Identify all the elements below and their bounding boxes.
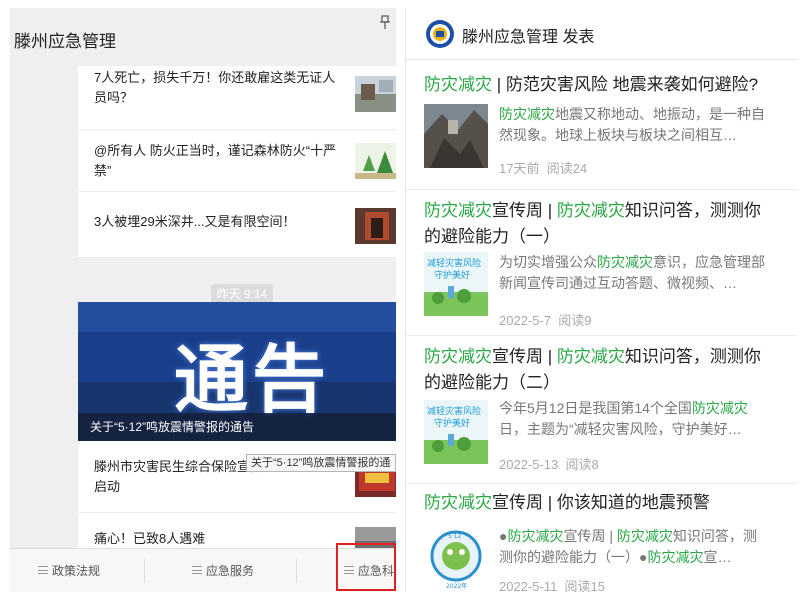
account-header: 滕州应急管理 bbox=[10, 8, 396, 66]
text-segment: 今年5月12日是我国第14个全国 bbox=[499, 400, 692, 416]
left-panel: 滕州应急管理 7人死亡，损失千万！你还敢雇这类无证人员吗？ @所有人 防火正当时… bbox=[10, 8, 396, 592]
article-summary: ●防灾减灾宣传周 | 防灾减灾知识问答，测测你的避险能力（一）●防灾减灾宣… bbox=[499, 526, 769, 568]
article-meta: 17天前 阅读24 bbox=[499, 158, 587, 177]
keyword-highlight: 防灾减灾 bbox=[616, 528, 673, 544]
menu-tab-services[interactable]: 应急服务 bbox=[192, 549, 254, 592]
message-card-1: 7人死亡，损失千万！你还敢雇这类无证人员吗？ @所有人 防火正当时，谨记森林防火… bbox=[78, 66, 396, 258]
article-date: 2022-5-13 bbox=[499, 457, 559, 472]
time-chip: 昨天 9:14 bbox=[211, 284, 273, 304]
list-item-line-1: 滕州市灾害民生综合保险宣传 bbox=[94, 459, 264, 474]
article-title: 防灾减灾 | 防范灾害风险 地震来袭如何避险? bbox=[424, 72, 774, 98]
keyword-highlight: 防灾减灾 bbox=[499, 106, 555, 122]
thumb-text-line2: 守护美好 bbox=[434, 417, 470, 429]
article-date: 2022-5-7 bbox=[499, 313, 552, 328]
text-segment: 日，主题为“减轻灾害风险，守护美好… bbox=[499, 421, 742, 437]
article-thumbnail bbox=[355, 208, 396, 244]
article-date: 2022-5-11 bbox=[499, 579, 558, 592]
list-item-line-2: 启动 bbox=[94, 479, 121, 494]
keyword-highlight: 防灾减灾 bbox=[597, 254, 653, 270]
keyword-highlight: 防灾减灾 bbox=[424, 201, 492, 220]
badge-top-text: 5·12 bbox=[448, 533, 462, 540]
banner-title: 通告 bbox=[174, 337, 330, 423]
text-segment: 宣传周 | bbox=[492, 201, 557, 220]
thumb-text-line1: 减轻灾害风险 bbox=[427, 257, 481, 269]
list-item[interactable]: @所有人 防火正当时，谨记森林防火“十严禁” bbox=[78, 130, 396, 192]
keyword-highlight: 防灾减灾 bbox=[647, 549, 704, 565]
keyword-highlight: 防灾减灾 bbox=[507, 528, 564, 544]
author-header: 滕州应急管理 发表 bbox=[406, 8, 797, 60]
text-segment: | 防范灾害风险 地震来袭如何避险? bbox=[492, 75, 759, 94]
menu-tab-label: 应急服务 bbox=[206, 564, 255, 578]
article-reads: 阅读15 bbox=[564, 579, 606, 592]
author-name: 滕州应急管理 发表 bbox=[462, 29, 595, 46]
menu-tab-label: 政策法规 bbox=[52, 564, 101, 578]
article-thumbnail bbox=[424, 104, 488, 168]
menu-tab-policy[interactable]: 政策法规 bbox=[38, 549, 100, 592]
article-meta: 2022-5-13 阅读8 bbox=[499, 454, 599, 473]
emblem-icon[interactable] bbox=[425, 19, 455, 49]
keyword-highlight: 防灾减灾 bbox=[556, 347, 625, 366]
article-thumbnail: 减轻灾害风险 守护美好 bbox=[424, 252, 488, 316]
tooltip: 关于“5·12”鸣放震情警报的通 bbox=[246, 454, 396, 472]
text-segment: 宣传周 | bbox=[563, 528, 617, 544]
article-meta: 2022-5-7 阅读9 bbox=[499, 310, 592, 329]
list-item[interactable]: 7人死亡，损失千万！你还敢雇这类无证人员吗？ bbox=[78, 66, 396, 130]
article-item[interactable]: 防灾减灾宣传周 | 你该知道的地震预警 5·12 2022年 ●防灾减灾宣传周 … bbox=[406, 484, 797, 592]
list-item[interactable]: 3人被埋29米深井...又是有限空间！ bbox=[78, 192, 396, 258]
article-item[interactable]: 防灾减灾宣传周 | 防灾减灾知识问答，测测你的避险能力（二） 减轻灾害风险 守护… bbox=[406, 336, 797, 484]
right-panel: 滕州应急管理 发表 防灾减灾 | 防范灾害风险 地震来袭如何避险? 防灾减灾地震… bbox=[405, 8, 797, 592]
highlight-box bbox=[336, 543, 396, 591]
keyword-highlight: 防灾减灾 bbox=[556, 201, 625, 220]
article-summary: 防灾减灾地震又称地动、地振动，是一种自然现象。地球上板块与板块之间相互… bbox=[499, 104, 769, 146]
thumb-text-line2: 守护美好 bbox=[434, 269, 470, 281]
banner-image[interactable]: 通告 关于“5·12”鸣放震情警报的通告 bbox=[78, 302, 396, 441]
article-thumbnail: 减轻灾害风险 守护美好 bbox=[424, 400, 488, 464]
article-thumbnail bbox=[355, 143, 396, 179]
tab-divider bbox=[296, 559, 297, 583]
keyword-highlight: 防灾减灾 bbox=[424, 75, 492, 94]
article-thumbnail: 5·12 2022年 bbox=[424, 526, 488, 590]
tab-divider bbox=[144, 559, 145, 583]
article-reads: 阅读24 bbox=[546, 161, 588, 176]
badge-bottom-text: 2022年 bbox=[446, 582, 467, 590]
article-meta: 2022-5-11 阅读15 bbox=[499, 576, 605, 592]
article-summary: 为切实增强公众防灾减灾意识，应急管理部新闻宣传司通过互动答题、微视频、… bbox=[499, 252, 769, 294]
keyword-highlight: 防灾减灾 bbox=[424, 347, 492, 366]
menu-icon bbox=[192, 566, 202, 574]
keyword-highlight: 防灾减灾 bbox=[424, 493, 492, 512]
article-reads: 阅读9 bbox=[558, 313, 592, 328]
list-item-title: @所有人 防火正当时，谨记森林防火“十严禁” bbox=[94, 143, 337, 178]
thumb-text-line1: 减轻灾害风险 bbox=[427, 405, 481, 417]
list-item-title: 3人被埋29米深井...又是有限空间！ bbox=[94, 214, 296, 229]
article-reads: 阅读8 bbox=[565, 457, 599, 472]
list-item[interactable]: 滕州市灾害民生综合保险宣传 启动 bbox=[78, 441, 396, 513]
article-title: 防灾减灾宣传周 | 你该知道的地震预警 bbox=[424, 490, 774, 516]
article-item[interactable]: 防灾减灾宣传周 | 防灾减灾知识问答，测测你的避险能力（一） 减轻灾害风险 守护… bbox=[406, 190, 797, 336]
article-summary: 今年5月12日是我国第14个全国防灾减灾日，主题为“减轻灾害风险，守护美好… bbox=[499, 398, 769, 440]
article-title: 防灾减灾宣传周 | 防灾减灾知识问答，测测你的避险能力（二） bbox=[424, 344, 774, 396]
text-segment: 宣… bbox=[703, 549, 732, 565]
article-title: 防灾减灾宣传周 | 防灾减灾知识问答，测测你的避险能力（一） bbox=[424, 198, 774, 250]
message-card-2: 通告 关于“5·12”鸣放震情警报的通告 滕州市灾害民生综合保险宣传 启动 痛心… bbox=[78, 302, 396, 563]
text-segment: 为切实增强公众 bbox=[499, 254, 597, 270]
text-segment: 宣传周 | 你该知道的地震预警 bbox=[492, 493, 710, 512]
text-segment: 宣传周 | bbox=[492, 347, 557, 366]
account-title: 滕州应急管理 bbox=[14, 32, 116, 51]
article-item[interactable]: 防灾减灾 | 防范灾害风险 地震来袭如何避险? 防灾减灾地震又称地动、地振动，是… bbox=[406, 60, 797, 190]
banner-caption: 关于“5·12”鸣放震情警报的通告 bbox=[78, 413, 396, 441]
list-item-title: 7人死亡，损失千万！你还敢雇这类无证人员吗？ bbox=[94, 70, 336, 105]
pin-icon[interactable] bbox=[380, 15, 390, 29]
menu-icon bbox=[38, 566, 48, 574]
keyword-highlight: 防灾减灾 bbox=[691, 400, 748, 416]
list-item-title: 痛心！已致8人遇难 bbox=[94, 531, 206, 546]
article-thumbnail bbox=[355, 76, 396, 112]
article-date: 17天前 bbox=[499, 161, 540, 176]
